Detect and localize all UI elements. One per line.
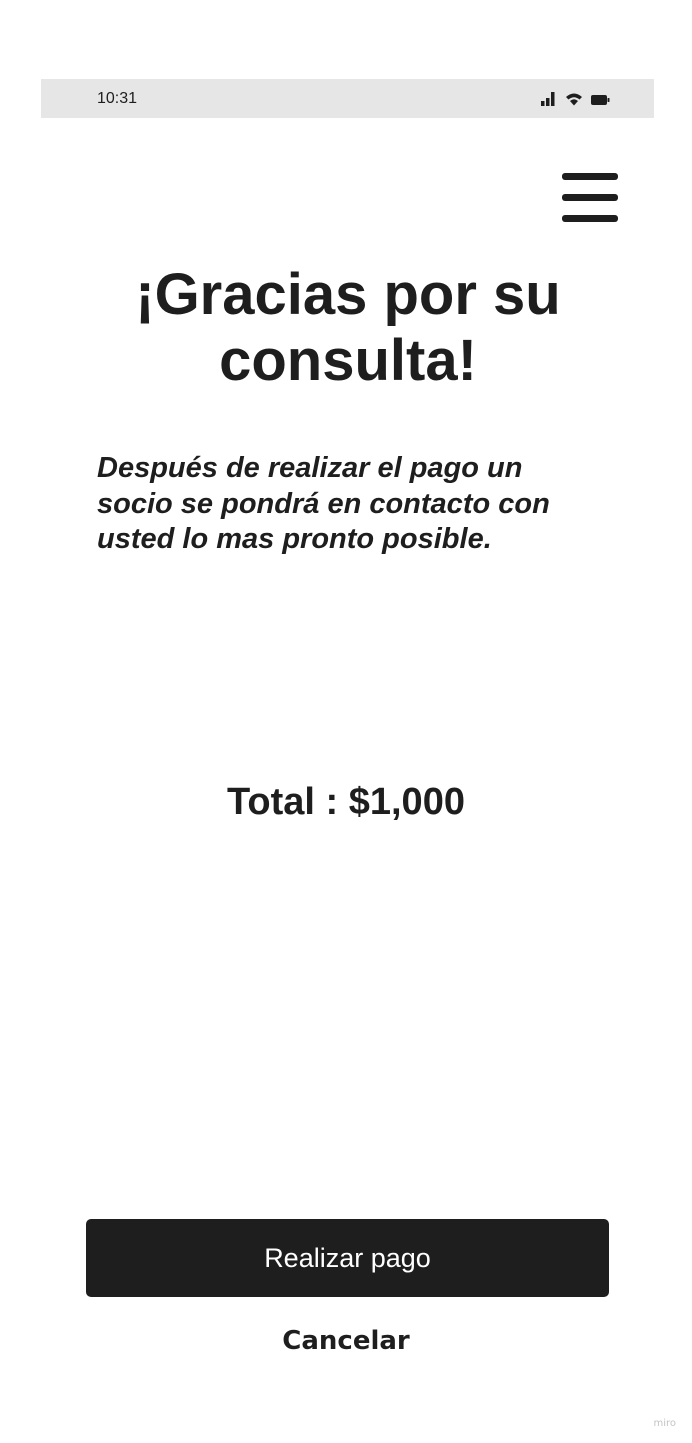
menu-bar-bottom	[562, 215, 618, 222]
status-icons	[541, 90, 610, 106]
payment-info-message: Después de realizar el pago un socio se …	[97, 452, 550, 555]
total-amount: Total : $1,000	[227, 781, 465, 823]
page-title: ¡Gracias por su consulta!	[135, 262, 561, 393]
battery-icon	[591, 94, 610, 106]
miro-watermark: miro	[653, 1418, 676, 1429]
menu-bar-middle	[562, 194, 618, 201]
cancel-button[interactable]: Cancelar	[0, 1322, 692, 1360]
signal-icon	[541, 92, 557, 106]
menu-bar-top	[562, 173, 618, 180]
hamburger-menu-icon[interactable]	[562, 173, 618, 223]
wifi-icon	[565, 92, 583, 106]
status-bar: 10:31	[41, 79, 654, 118]
pay-button[interactable]: Realizar pago	[86, 1219, 609, 1297]
status-time: 10:31	[97, 90, 138, 107]
